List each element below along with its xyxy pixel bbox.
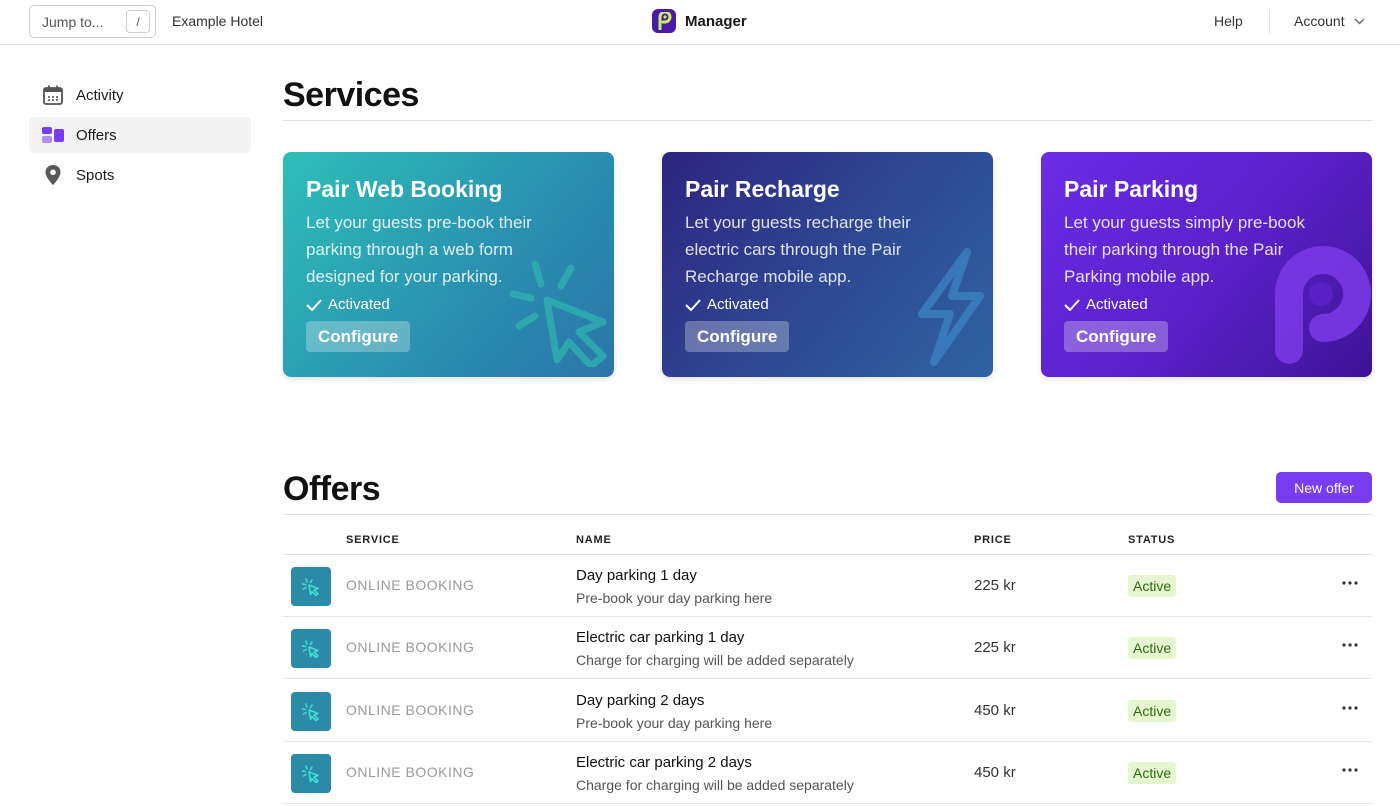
service-name: ONLINE BOOKING — [346, 577, 475, 593]
offers-icon — [41, 123, 65, 147]
cursor-click-icon — [291, 567, 331, 606]
offer-name: Day parking 1 day — [576, 567, 697, 584]
service-card-title: Pair Parking — [1064, 176, 1199, 202]
cursor-click-icon — [291, 629, 331, 668]
offer-subtitle: Charge for charging will be added separa… — [576, 777, 854, 793]
pair-logo-icon — [652, 9, 676, 33]
service-card-title: Pair Web Booking — [306, 176, 503, 202]
hotel-name[interactable]: Example Hotel — [172, 13, 263, 29]
app-name: Manager — [685, 12, 747, 30]
account-label: Account — [1294, 13, 1345, 29]
offer-price: 225 kr — [974, 577, 1016, 594]
checkmark-icon — [1064, 298, 1080, 311]
calendar-icon — [41, 83, 65, 107]
sidebar-item-label: Activity — [76, 86, 124, 104]
activated-status: Activated — [306, 296, 591, 313]
service-card-web-booking: Pair Web Booking Let your guests pre-boo… — [283, 152, 614, 377]
jump-to-placeholder: Jump to... — [42, 13, 104, 30]
sidebar: Activity Offers Spots — [29, 77, 251, 197]
offer-price: 450 kr — [974, 764, 1016, 781]
service-card-parking: Pair Parking Let your guests simply pre-… — [1041, 152, 1372, 377]
status-badge: Active — [1128, 700, 1177, 722]
column-header-status[interactable]: STATUS — [1128, 534, 1175, 546]
more-options-icon[interactable] — [1341, 698, 1359, 718]
sidebar-item-label: Spots — [76, 166, 115, 184]
checkmark-icon — [685, 298, 701, 311]
configure-button[interactable]: Configure — [1064, 321, 1169, 352]
help-link[interactable]: Help — [1214, 13, 1243, 29]
sidebar-item-label: Offers — [76, 126, 117, 144]
activated-label: Activated — [1086, 296, 1148, 313]
account-menu[interactable]: Account — [1294, 13, 1365, 29]
cursor-click-icon — [291, 754, 331, 793]
service-card-title: Pair Recharge — [685, 176, 840, 202]
activated-label: Activated — [707, 296, 769, 313]
services-title: Services — [283, 76, 419, 114]
chevron-down-icon — [1354, 18, 1365, 24]
sidebar-item-offers[interactable]: Offers — [29, 117, 251, 153]
status-badge: Active — [1128, 762, 1177, 784]
table-row[interactable]: ONLINE BOOKING Electric car parking 1 da… — [283, 617, 1372, 679]
app-brand[interactable]: Manager — [652, 9, 747, 33]
offer-subtitle: Pre-book your day parking here — [576, 715, 773, 731]
column-header-service[interactable]: SERVICE — [346, 534, 400, 546]
location-pin-icon — [41, 163, 65, 187]
table-row[interactable]: ONLINE BOOKING Day parking 2 days Pre-bo… — [283, 680, 1372, 742]
service-card-description: Let your guests recharge their electric … — [685, 213, 911, 286]
offer-price: 225 kr — [974, 639, 1016, 656]
table-row[interactable]: ONLINE BOOKING Day parking 1 day Pre-boo… — [283, 555, 1372, 617]
more-options-icon[interactable] — [1341, 573, 1359, 593]
offer-name: Electric car parking 1 day — [576, 629, 745, 646]
service-card-recharge: Pair Recharge Let your guests recharge t… — [662, 152, 993, 377]
sidebar-item-spots[interactable]: Spots — [29, 157, 251, 193]
offer-name: Electric car parking 2 days — [576, 754, 752, 771]
top-bar: Jump to... / Example Hotel Manager Help … — [0, 0, 1400, 45]
sidebar-item-activity[interactable]: Activity — [29, 77, 251, 113]
jump-to-search[interactable]: Jump to... / — [29, 5, 156, 38]
service-name: ONLINE BOOKING — [346, 764, 475, 780]
activated-label: Activated — [328, 296, 390, 313]
configure-button[interactable]: Configure — [306, 321, 411, 352]
offer-name: Day parking 2 days — [576, 692, 705, 709]
more-options-icon[interactable] — [1341, 635, 1359, 655]
activated-status: Activated — [685, 296, 970, 313]
table-row[interactable]: ONLINE BOOKING Electric car parking 2 da… — [283, 742, 1372, 804]
offer-subtitle: Pre-book your day parking here — [576, 590, 773, 606]
offer-subtitle: Charge for charging will be added separa… — [576, 652, 854, 668]
checkmark-icon — [306, 298, 322, 311]
configure-button[interactable]: Configure — [685, 321, 790, 352]
shortcut-key: / — [126, 10, 150, 33]
topbar-divider — [1269, 10, 1270, 34]
offers-title: Offers — [283, 470, 381, 508]
offer-price: 450 kr — [974, 702, 1016, 719]
offers-divider — [283, 514, 1372, 515]
status-badge: Active — [1128, 575, 1177, 597]
new-offer-button[interactable]: New offer — [1276, 472, 1372, 503]
activated-status: Activated — [1064, 296, 1349, 313]
service-card-description: Let your guests pre-book their parking t… — [306, 213, 532, 286]
status-badge: Active — [1128, 637, 1177, 659]
service-name: ONLINE BOOKING — [346, 639, 475, 655]
column-header-name[interactable]: NAME — [576, 534, 612, 546]
service-card-description: Let your guests simply pre-book their pa… — [1064, 213, 1305, 286]
more-options-icon[interactable] — [1341, 760, 1359, 780]
column-header-price[interactable]: PRICE — [974, 534, 1012, 546]
service-name: ONLINE BOOKING — [346, 702, 475, 718]
services-divider — [283, 120, 1372, 121]
cursor-click-icon — [291, 692, 331, 731]
